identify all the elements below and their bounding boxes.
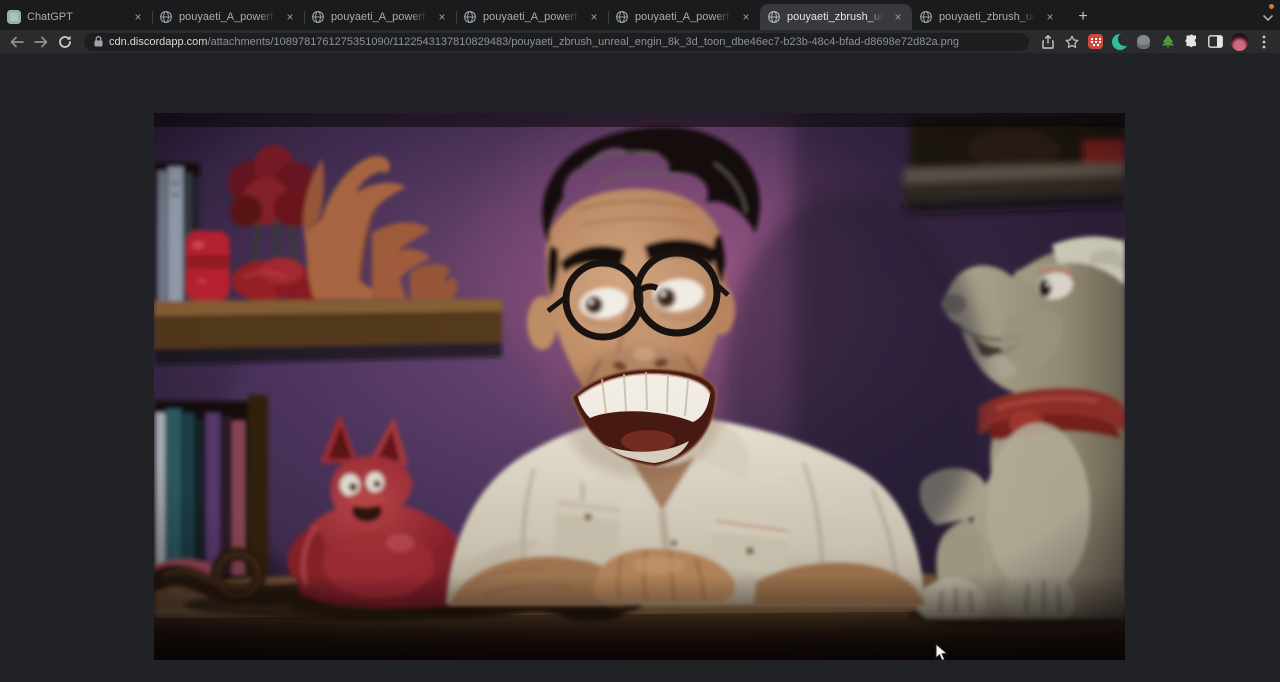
toolbar-actions bbox=[1037, 33, 1274, 50]
status-dot bbox=[1269, 4, 1274, 9]
back-arrow-icon bbox=[10, 36, 24, 48]
globe-icon bbox=[919, 10, 933, 24]
reload-button[interactable] bbox=[54, 32, 76, 52]
red-grid-icon bbox=[1088, 34, 1103, 49]
tab-pouyaeti-4[interactable]: pouyaeti_A_powerful_modern × bbox=[608, 4, 760, 30]
tree-icon bbox=[1161, 34, 1175, 49]
back-button[interactable] bbox=[6, 32, 28, 52]
side-panel-icon bbox=[1208, 35, 1223, 48]
tab-pouyaeti-2[interactable]: pouyaeti_A_powerful_modern × bbox=[304, 4, 456, 30]
close-icon[interactable]: × bbox=[283, 10, 297, 24]
close-icon[interactable]: × bbox=[1043, 10, 1057, 24]
tab-title: ChatGPT bbox=[27, 11, 125, 23]
reload-icon bbox=[58, 35, 72, 49]
tab-chatgpt[interactable]: ChatGPT × bbox=[0, 4, 152, 30]
tab-pouyaeti-1[interactable]: pouyaeti_A_powerful_modern × bbox=[152, 4, 304, 30]
chevron-down-icon[interactable] bbox=[1262, 14, 1274, 22]
viewed-image[interactable] bbox=[154, 113, 1125, 660]
close-icon[interactable]: × bbox=[739, 10, 753, 24]
close-icon[interactable]: × bbox=[587, 10, 601, 24]
tab-title: pouyaeti_A_powerful_modern bbox=[635, 11, 733, 23]
mouse-icon bbox=[1137, 35, 1150, 49]
menu-button[interactable] bbox=[1255, 33, 1272, 50]
extensions-button[interactable] bbox=[1183, 33, 1200, 50]
globe-icon bbox=[463, 10, 477, 24]
url-text: cdn.discordapp.com/attachments/108978176… bbox=[109, 36, 959, 48]
globe-icon bbox=[159, 10, 173, 24]
forward-arrow-icon bbox=[34, 36, 48, 48]
tab-zbrush-2[interactable]: pouyaeti_zbrush_unreal_engin × bbox=[912, 4, 1064, 30]
extension-red-grid-button[interactable] bbox=[1087, 33, 1104, 50]
chatgpt-icon bbox=[7, 10, 21, 24]
tab-title: pouyaeti_A_powerful_modern bbox=[331, 11, 429, 23]
kebab-menu-icon bbox=[1262, 35, 1266, 49]
address-bar[interactable]: cdn.discordapp.com/attachments/108978176… bbox=[84, 33, 1029, 51]
share-icon bbox=[1042, 35, 1054, 49]
avatar bbox=[1231, 33, 1248, 51]
globe-icon bbox=[615, 10, 629, 24]
profile-button[interactable] bbox=[1231, 33, 1248, 50]
extension-gray-button[interactable] bbox=[1135, 33, 1152, 50]
tab-zbrush-active[interactable]: pouyaeti_zbrush_unreal_engin × bbox=[760, 4, 912, 30]
puzzle-icon bbox=[1184, 34, 1199, 49]
new-tab-button[interactable]: + bbox=[1070, 4, 1096, 30]
tab-title: pouyaeti_zbrush_unreal_engin bbox=[787, 11, 885, 23]
side-panel-button[interactable] bbox=[1207, 33, 1224, 50]
url-host: cdn.discordapp.com bbox=[109, 36, 207, 48]
tab-strip: ChatGPT × pouyaeti_A_powerful_modern × p… bbox=[0, 0, 1280, 30]
star-icon bbox=[1065, 35, 1079, 49]
tab-title: pouyaeti_A_powerful_modern bbox=[483, 11, 581, 23]
extension-tree-button[interactable] bbox=[1159, 33, 1176, 50]
close-icon[interactable]: × bbox=[131, 10, 145, 24]
moon-icon bbox=[1112, 34, 1128, 50]
mouse-cursor bbox=[935, 643, 948, 662]
tab-title: pouyaeti_zbrush_unreal_engin bbox=[939, 11, 1037, 23]
browser-window: ChatGPT × pouyaeti_A_powerful_modern × p… bbox=[0, 0, 1280, 682]
navigation-toolbar: cdn.discordapp.com/attachments/108978176… bbox=[0, 30, 1280, 53]
share-button[interactable] bbox=[1039, 33, 1056, 50]
globe-icon bbox=[767, 10, 781, 24]
close-icon[interactable]: × bbox=[891, 10, 905, 24]
dark-reader-button[interactable] bbox=[1111, 33, 1128, 50]
lock-icon bbox=[94, 36, 103, 47]
bookmark-button[interactable] bbox=[1063, 33, 1080, 50]
tab-title: pouyaeti_A_powerful_modern bbox=[179, 11, 277, 23]
tab-pouyaeti-3[interactable]: pouyaeti_A_powerful_modern × bbox=[456, 4, 608, 30]
page-content bbox=[0, 53, 1280, 682]
forward-button[interactable] bbox=[30, 32, 52, 52]
close-icon[interactable]: × bbox=[435, 10, 449, 24]
url-path: /attachments/1089781761275351090/1122543… bbox=[207, 36, 959, 48]
globe-icon bbox=[311, 10, 325, 24]
